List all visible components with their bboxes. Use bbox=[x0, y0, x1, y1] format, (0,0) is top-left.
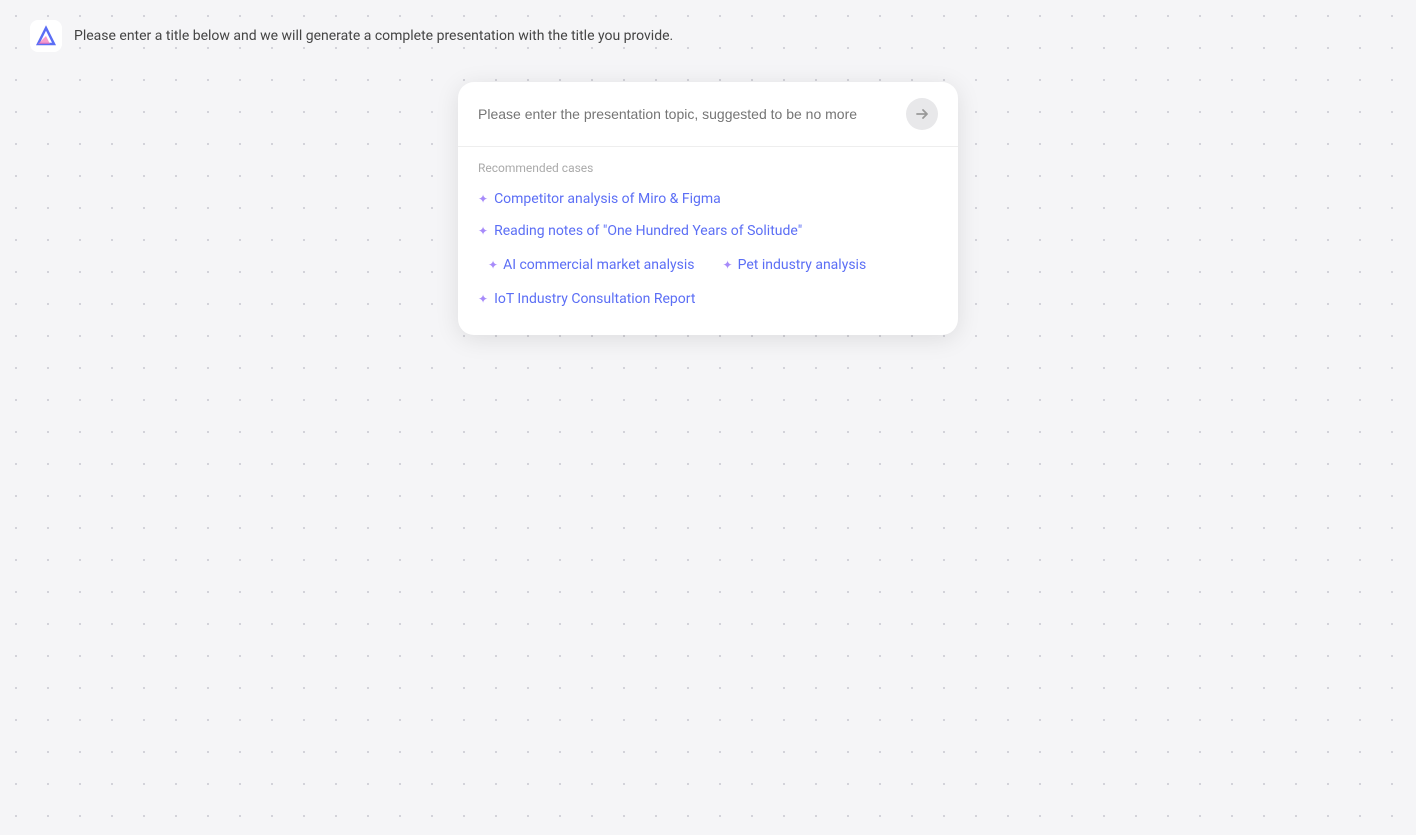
case-item-4[interactable]: ✦ Pet industry analysis bbox=[713, 251, 877, 279]
top-message: Please enter a title below and we will g… bbox=[74, 28, 673, 44]
send-icon bbox=[914, 106, 930, 122]
recommended-label: Recommended cases bbox=[458, 147, 958, 183]
top-bar: Please enter a title below and we will g… bbox=[0, 0, 1416, 72]
main-card: Recommended cases ✦ Competitor analysis … bbox=[458, 82, 958, 335]
case-item-1[interactable]: ✦ Competitor analysis of Miro & Figma bbox=[458, 183, 958, 215]
sparkle-icon-3: ✦ bbox=[488, 258, 498, 272]
sparkle-icon-5: ✦ bbox=[478, 292, 488, 306]
center-area: Recommended cases ✦ Competitor analysis … bbox=[0, 82, 1416, 335]
case-item-2[interactable]: ✦ Reading notes of "One Hundred Years of… bbox=[458, 215, 958, 247]
app-logo bbox=[30, 20, 62, 52]
input-row bbox=[458, 82, 958, 147]
sparkle-icon-4: ✦ bbox=[723, 258, 733, 272]
case-item-5[interactable]: ✦ IoT Industry Consultation Report bbox=[458, 283, 958, 315]
send-button[interactable] bbox=[906, 98, 938, 130]
case-item-3[interactable]: ✦ AI commercial market analysis bbox=[478, 251, 705, 279]
sparkle-icon-2: ✦ bbox=[478, 224, 488, 238]
topic-input[interactable] bbox=[478, 106, 898, 122]
sparkle-icon-1: ✦ bbox=[478, 192, 488, 206]
inline-cases-row: ✦ AI commercial market analysis ✦ Pet in… bbox=[458, 247, 958, 283]
